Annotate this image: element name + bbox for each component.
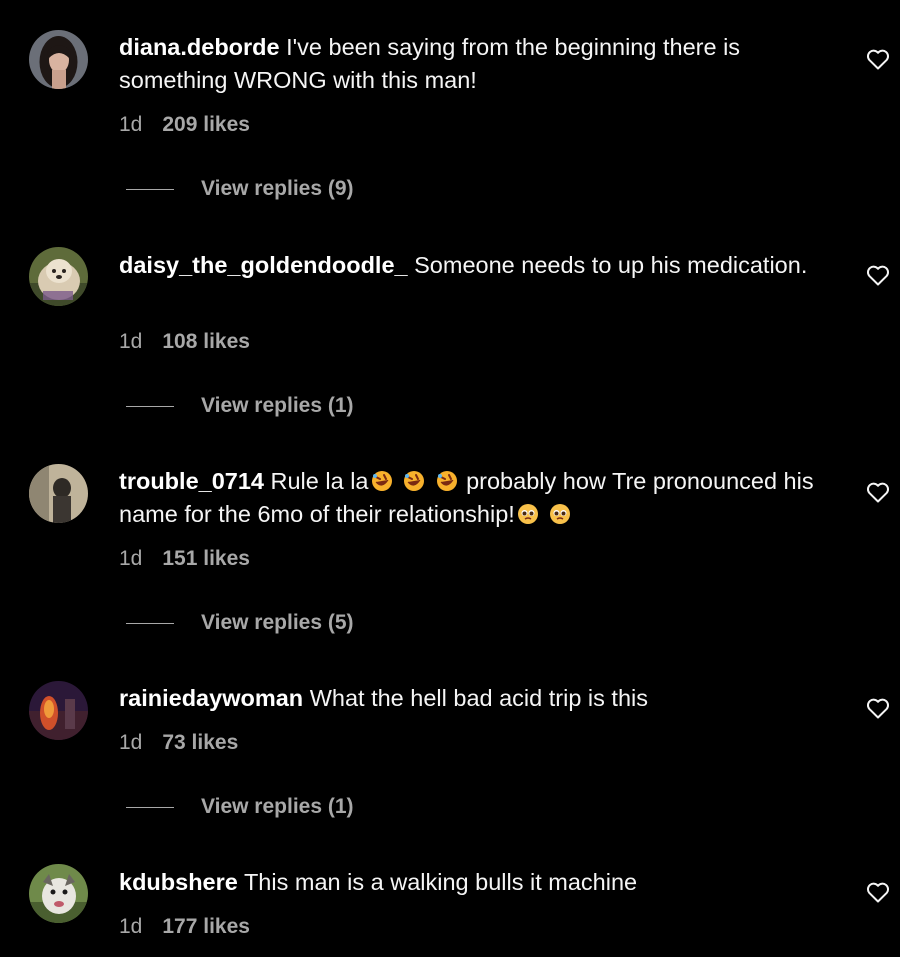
- timestamp: 1d: [119, 547, 143, 570]
- rofl-emoji-icon: [436, 470, 458, 492]
- view-replies-label: View replies (1): [201, 795, 354, 818]
- comment-text: kdubshere This man is a walking bulls it…: [119, 866, 844, 899]
- timestamp: 1d: [119, 731, 143, 754]
- timestamp: 1d: [119, 330, 143, 353]
- username[interactable]: diana.deborde: [119, 34, 280, 60]
- pleading-face-emoji-icon: [517, 503, 539, 525]
- likes-count[interactable]: 177 likes: [162, 915, 250, 938]
- pleading-face-emoji-icon: [549, 503, 571, 525]
- replies-divider-line: [126, 806, 174, 808]
- avatar[interactable]: [29, 30, 88, 89]
- comment-body-start: Rule la la: [270, 468, 369, 494]
- view-replies-button[interactable]: View replies (1): [126, 391, 354, 421]
- view-replies-button[interactable]: View replies (9): [126, 174, 354, 204]
- comment-text: daisy_the_goldendoodle_ Someone needs to…: [119, 249, 844, 282]
- view-replies-label: View replies (1): [201, 394, 354, 417]
- avatar[interactable]: [29, 464, 88, 523]
- comment-body: Someone needs to up his medication.: [414, 252, 808, 278]
- like-heart-icon[interactable]: [866, 697, 890, 719]
- avatar[interactable]: [29, 864, 88, 923]
- username[interactable]: kdubshere: [119, 869, 238, 895]
- view-replies-label: View replies (5): [201, 611, 354, 634]
- likes-count[interactable]: 73 likes: [162, 731, 238, 754]
- comment-meta: 1d 151 likes: [119, 547, 250, 571]
- view-replies-label: View replies (9): [201, 177, 354, 200]
- comment-body: This man is a walking bulls it machine: [243, 869, 638, 895]
- replies-divider-line: [126, 188, 174, 190]
- username[interactable]: trouble_0714: [119, 468, 264, 494]
- likes-count[interactable]: 151 likes: [162, 547, 250, 570]
- likes-count[interactable]: 108 likes: [162, 330, 250, 353]
- replies-divider-line: [126, 622, 174, 624]
- comment-meta: 1d 73 likes: [119, 731, 238, 755]
- comment-text: rainiedaywoman What the hell bad acid tr…: [119, 682, 844, 715]
- avatar[interactable]: [29, 247, 88, 306]
- timestamp: 1d: [119, 113, 143, 136]
- like-heart-icon[interactable]: [866, 48, 890, 70]
- comment-meta: 1d 209 likes: [119, 113, 250, 137]
- rofl-emoji-icon: [403, 470, 425, 492]
- avatar[interactable]: [29, 681, 88, 740]
- comment-meta: 1d 108 likes: [119, 330, 250, 354]
- like-heart-icon[interactable]: [866, 264, 890, 286]
- rofl-emoji-icon: [371, 470, 393, 492]
- comment-body: What the hell bad acid trip is this: [309, 685, 648, 711]
- like-heart-icon[interactable]: [866, 481, 890, 503]
- view-replies-button[interactable]: View replies (5): [126, 608, 354, 638]
- username[interactable]: daisy_the_goldendoodle_: [119, 252, 408, 278]
- comment-text: diana.deborde I've been saying from the …: [119, 31, 844, 97]
- comment-text: trouble_0714 Rule la la probably how Tre…: [119, 465, 844, 531]
- replies-divider-line: [126, 405, 174, 407]
- comment-meta: 1d 177 likes: [119, 915, 250, 939]
- likes-count[interactable]: 209 likes: [162, 113, 250, 136]
- timestamp: 1d: [119, 915, 143, 938]
- view-replies-button[interactable]: View replies (1): [126, 792, 354, 822]
- username[interactable]: rainiedaywoman: [119, 685, 303, 711]
- like-heart-icon[interactable]: [866, 881, 890, 903]
